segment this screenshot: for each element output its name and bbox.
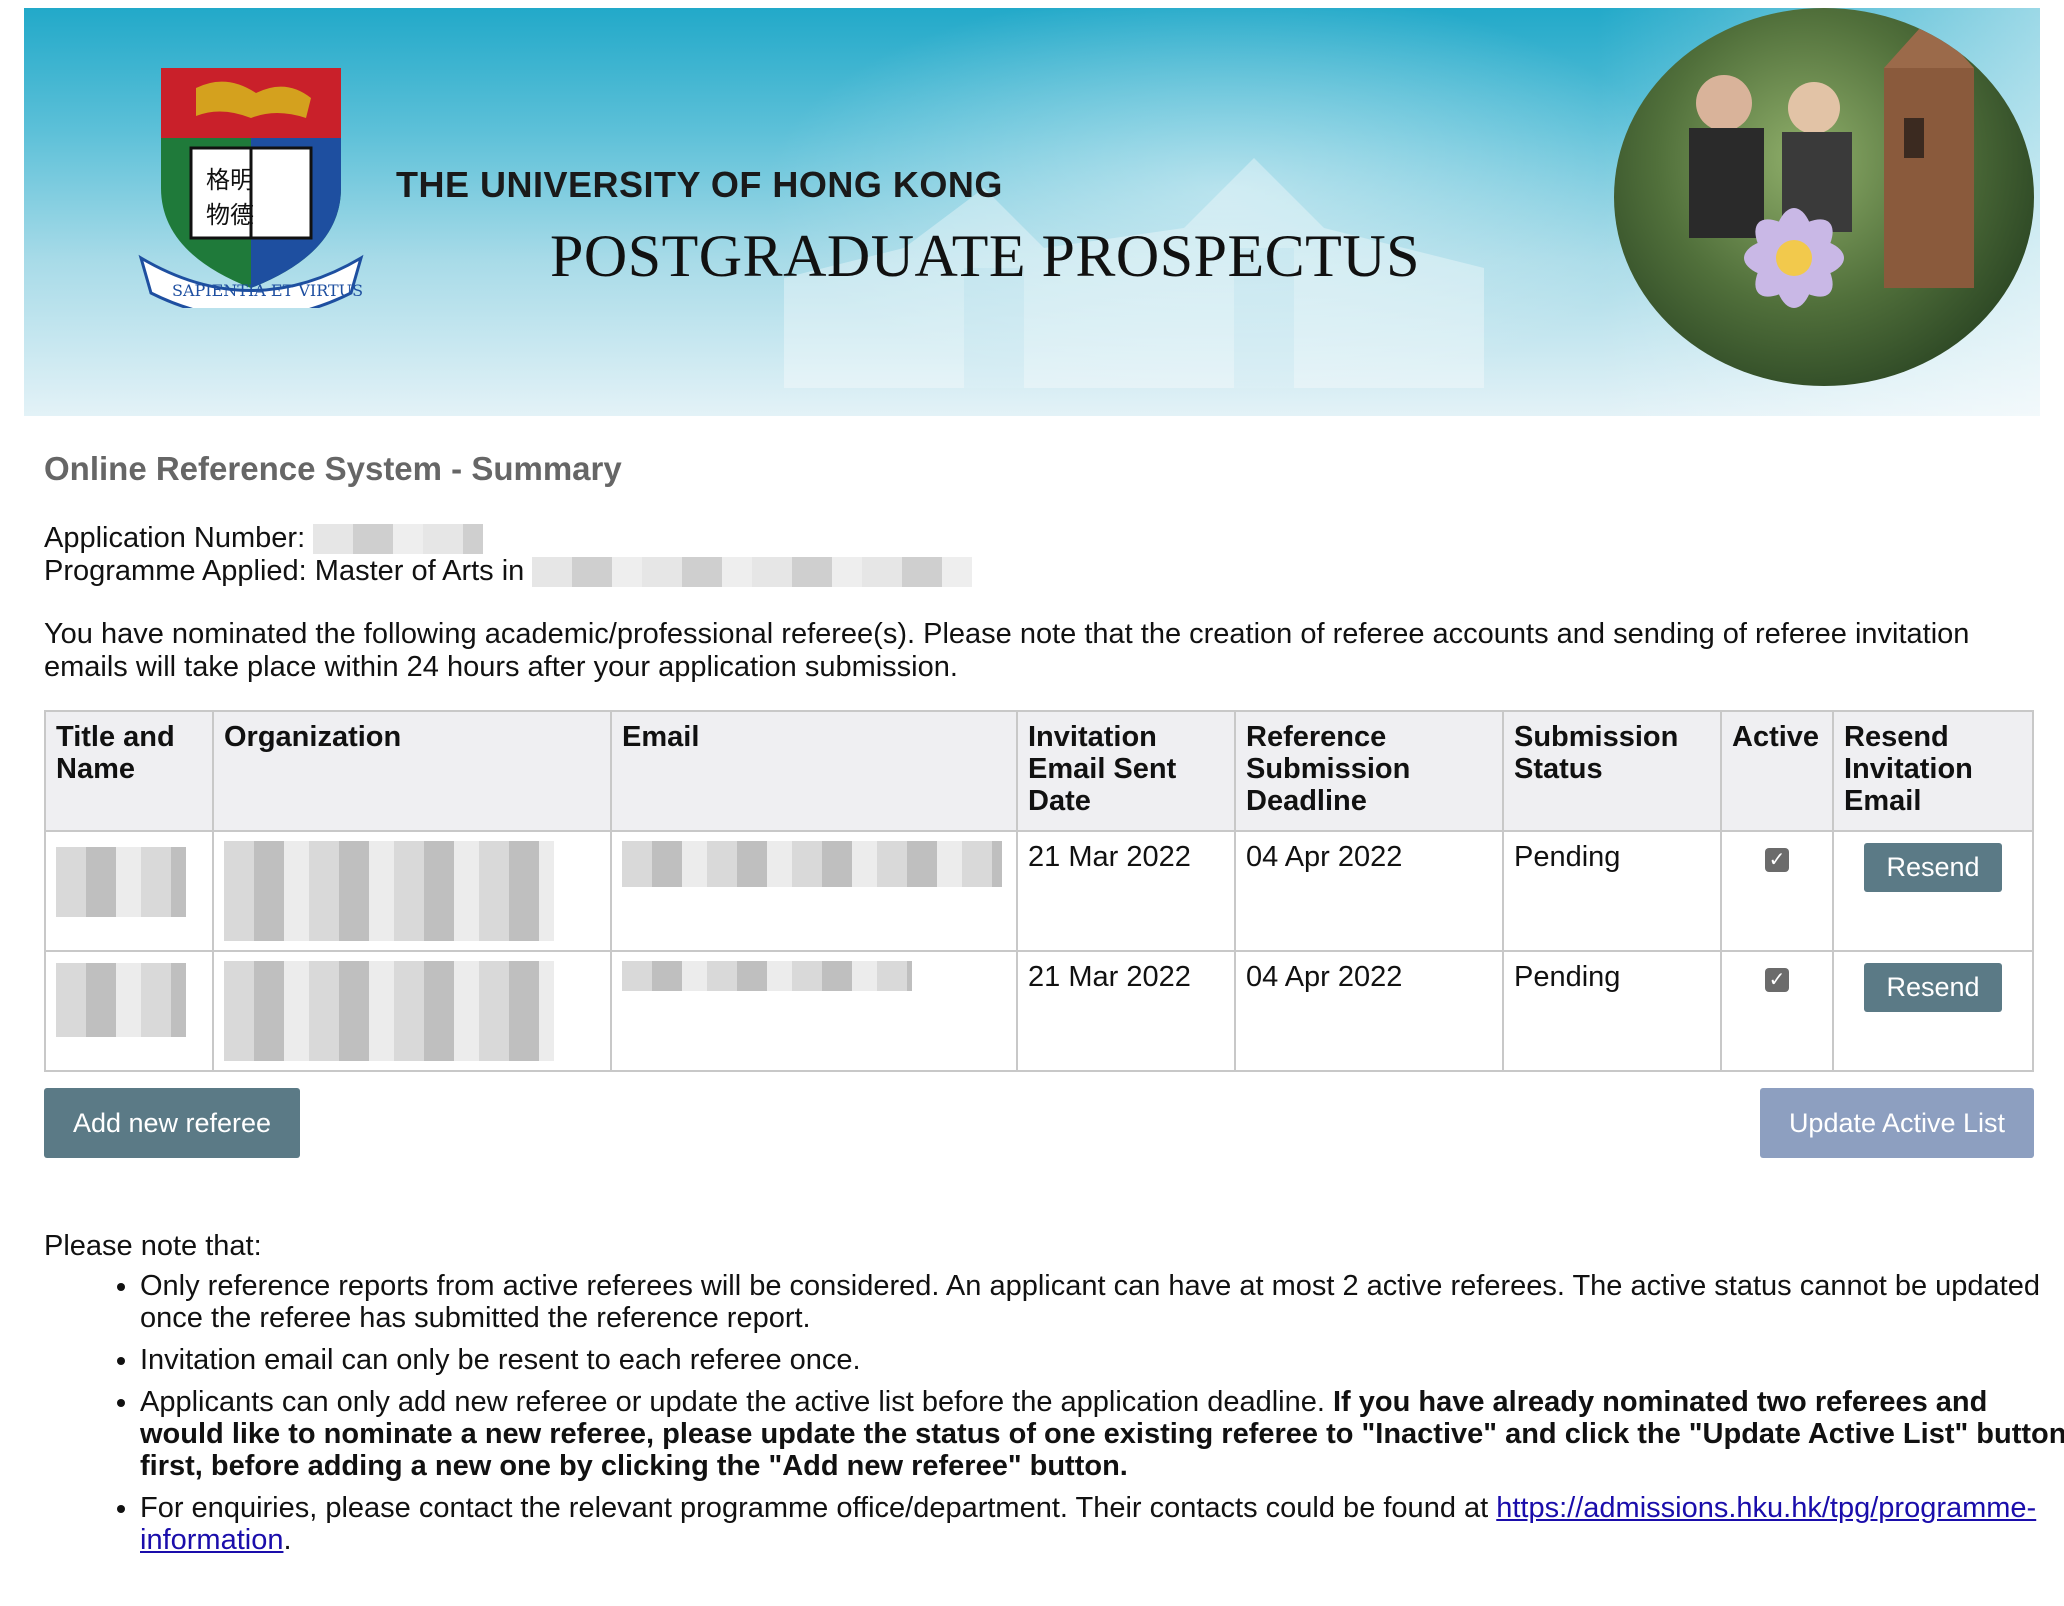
submission-status: Pending <box>1502 950 1722 1072</box>
active-cell: ✓ <box>1720 830 1834 952</box>
referee-table: Title and Name Organization Email Invita… <box>44 710 2034 1072</box>
header-banner: 格明 物德 SAPIENTIA ET VIRTUS THE UNIVERSITY… <box>24 8 2040 416</box>
deadline: 04 Apr 2022 <box>1234 950 1504 1072</box>
svg-text:物德: 物德 <box>206 201 254 229</box>
table-header-row: Title and Name Organization Email Invita… <box>44 710 2034 832</box>
svg-text:格明: 格明 <box>206 166 254 194</box>
organization-redacted <box>212 950 612 1072</box>
programme-name-redacted <box>532 557 973 588</box>
application-number-line: Application Number: <box>44 522 972 555</box>
programme-label: Programme Applied: Master of Arts in <box>44 555 525 587</box>
active-checkbox[interactable]: ✓ <box>1765 848 1789 872</box>
referee-name-redacted <box>44 950 214 1072</box>
header-title-name: Title and Name <box>44 710 214 832</box>
update-active-list-button[interactable]: Update Active List <box>1760 1088 2034 1158</box>
prospectus-title: POSTGRADUATE PROSPECTUS <box>550 223 1421 289</box>
email-redacted <box>610 950 1018 1072</box>
resend-button[interactable]: Resend <box>1864 843 2002 892</box>
resend-cell: Resend <box>1832 950 2034 1072</box>
sent-date: 21 Mar 2022 <box>1016 950 1236 1072</box>
header-deadline: Reference Submission Deadline <box>1234 710 1504 832</box>
note-text: Applicants can only add new referee or u… <box>140 1386 1333 1418</box>
notes-heading: Please note that: <box>44 1230 262 1262</box>
application-number-redacted <box>313 524 484 555</box>
university-name: THE UNIVERSITY OF HONG KONG <box>396 164 1003 205</box>
email-redacted <box>610 830 1018 952</box>
page-title: Online Reference System - Summary <box>44 450 622 487</box>
active-cell: ✓ <box>1720 950 1834 1072</box>
add-new-referee-button[interactable]: Add new referee <box>44 1088 300 1158</box>
table-row: 21 Mar 2022 04 Apr 2022 Pending ✓ Resend <box>44 950 2034 1072</box>
sent-date: 21 Mar 2022 <box>1016 830 1236 952</box>
application-info: Application Number: Programme Applied: M… <box>44 522 973 588</box>
organization-redacted <box>212 830 612 952</box>
header-organization: Organization <box>212 710 612 832</box>
deadline: 04 Apr 2022 <box>1234 830 1504 952</box>
note-text: Only reference reports from active refer… <box>140 1270 2040 1334</box>
submission-status: Pending <box>1502 830 1722 952</box>
table-row: 21 Mar 2022 04 Apr 2022 Pending ✓ Resend <box>44 830 2034 952</box>
notes-list: Only reference reports from active refer… <box>94 1270 2064 1566</box>
active-checkbox[interactable]: ✓ <box>1765 968 1789 992</box>
header-sent-date: Invitation Email Sent Date <box>1016 710 1236 832</box>
intro-text: You have nominated the following academi… <box>44 618 1970 683</box>
referee-name-redacted <box>44 830 214 952</box>
note-item: Applicants can only add new referee or u… <box>140 1386 2064 1482</box>
note-text: Invitation email can only be resent to e… <box>140 1344 861 1376</box>
application-number-label: Application Number: <box>44 522 306 554</box>
header-active: Active <box>1720 710 1834 832</box>
resend-cell: Resend <box>1832 830 2034 952</box>
svg-text:SAPIENTIA ET VIRTUS: SAPIENTIA ET VIRTUS <box>172 281 363 300</box>
note-item: Only reference reports from active refer… <box>140 1270 2064 1334</box>
note-text: For enquiries, please contact the releva… <box>140 1492 1497 1524</box>
note-item: Invitation email can only be resent to e… <box>140 1344 2064 1376</box>
university-crest-icon: 格明 物德 SAPIENTIA ET VIRTUS <box>138 68 364 308</box>
note-period: . <box>283 1524 292 1556</box>
header-status: Submission Status <box>1502 710 1722 832</box>
header-resend: Resend Invitation Email <box>1832 710 2034 832</box>
resend-button[interactable]: Resend <box>1864 963 2002 1012</box>
note-item: For enquiries, please contact the releva… <box>140 1492 2064 1556</box>
header-email: Email <box>610 710 1018 832</box>
programme-line: Programme Applied: Master of Arts in <box>44 555 973 588</box>
campus-photo <box>1614 8 2034 386</box>
